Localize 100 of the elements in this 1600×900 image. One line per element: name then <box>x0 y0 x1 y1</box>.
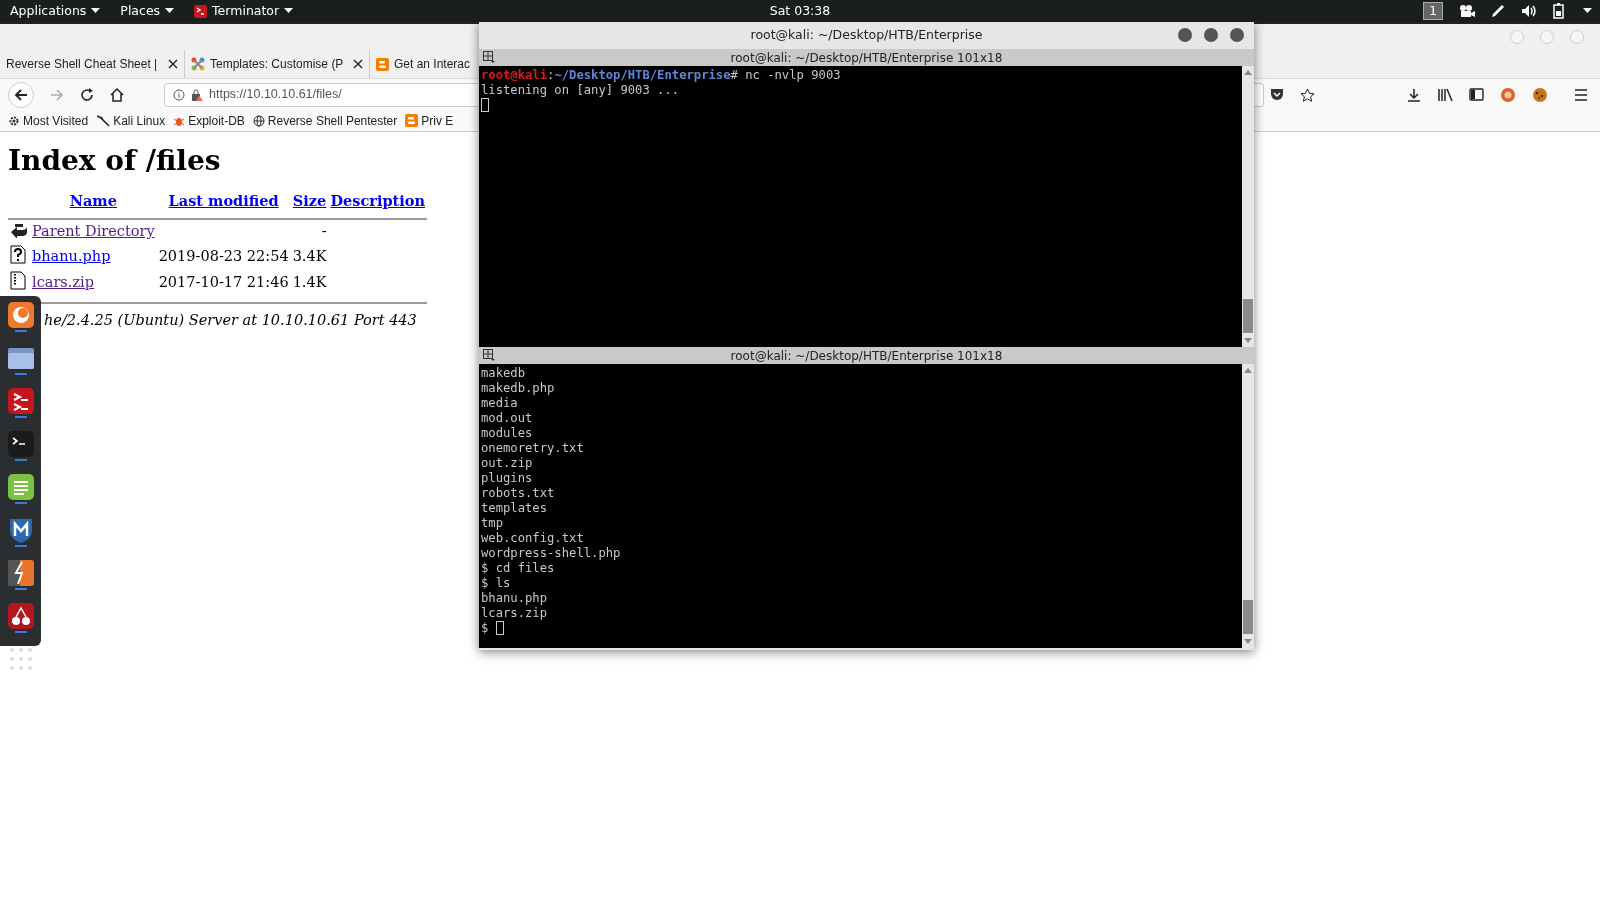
bookmark[interactable]: Kali Linux <box>92 111 170 130</box>
terminal-icon[interactable] <box>7 388 34 414</box>
server-signature: he/2.4.25 (Ubuntu) Server at 10.10.10.61 Port 443 <box>44 310 417 330</box>
grid-icon[interactable] <box>483 349 495 361</box>
workspace-indicator[interactable]: 1 <box>1423 2 1443 20</box>
file-size: 3.4K <box>292 248 327 265</box>
terminal-line: root@kali:~/Desktop/HTB/Enterprise# nc -nvlp 9003 <box>481 68 841 82</box>
column-header-link[interactable]: Size <box>292 192 327 209</box>
scrollbar[interactable] <box>1242 66 1254 347</box>
bookmark[interactable]: Most Visited <box>4 111 93 130</box>
blog-icon <box>376 57 389 71</box>
terminal-line: out.zip <box>481 456 533 470</box>
file-link[interactable]: bhanu.php <box>32 248 111 265</box>
download-icon[interactable] <box>1407 87 1421 102</box>
modified-date: 2017-10-17 21:46 <box>158 274 289 291</box>
caret-icon[interactable] <box>1583 8 1592 14</box>
scrollbar[interactable] <box>1242 364 1254 648</box>
pen-icon[interactable] <box>1491 4 1505 18</box>
terminal-line: templates <box>481 501 548 515</box>
file-size: - <box>321 223 327 240</box>
page-heading: Index of /files <box>8 144 222 178</box>
scroll-thumb[interactable] <box>1243 600 1253 634</box>
bookmark[interactable]: Priv E <box>401 111 458 130</box>
folder-icon[interactable] <box>7 345 34 371</box>
close-icon[interactable] <box>168 59 178 69</box>
extension-icon[interactable] <box>1500 86 1516 103</box>
scroll-down-icon[interactable] <box>1244 338 1252 344</box>
shield-icon[interactable] <box>7 517 34 543</box>
sidebar-icon[interactable] <box>1469 88 1484 101</box>
terminal-line: plugins <box>481 471 533 485</box>
reload-icon[interactable] <box>80 87 94 102</box>
caret-icon <box>284 8 294 14</box>
window-title: root@kali: ~/Desktop/HTB/Enterprise <box>750 26 983 45</box>
close-icon[interactable] <box>353 59 363 69</box>
column-header-link[interactable]: Name <box>69 192 117 209</box>
running-indicator <box>14 416 27 418</box>
scroll-thumb[interactable] <box>1243 299 1253 333</box>
scroll-up-icon[interactable] <box>1244 367 1252 373</box>
terminal-line: tmp <box>481 516 503 530</box>
terminal-line: wordpress-shell.php <box>481 546 621 560</box>
lightning-icon[interactable] <box>7 560 34 586</box>
camera-icon[interactable] <box>1459 5 1475 17</box>
info-icon[interactable] <box>173 88 185 101</box>
library-icon[interactable] <box>1437 87 1453 102</box>
terminal-line: robots.txt <box>481 486 555 500</box>
globe-icon <box>252 114 265 127</box>
grid-icon[interactable] <box>483 51 495 63</box>
running-indicator <box>14 631 27 633</box>
notes-icon[interactable] <box>7 474 34 500</box>
gear-icon <box>8 114 20 127</box>
running-indicator <box>14 545 27 547</box>
maximize-button[interactable] <box>1204 28 1218 42</box>
file-link[interactable]: lcars.zip <box>32 274 94 291</box>
pocket-icon[interactable] <box>1270 88 1284 101</box>
modified-date: 2019-08-23 22:54 <box>158 248 289 265</box>
pane-title: root@kali: ~/Desktop/HTB/Enterprise 101x18 <box>730 347 1003 365</box>
back-button[interactable] <box>8 81 34 108</box>
bookmark[interactable]: Exploit-DB <box>169 111 249 130</box>
menu-button[interactable]: Applications <box>0 0 111 22</box>
file-link[interactable]: Parent Directory <box>32 223 155 240</box>
battery-icon[interactable] <box>1553 3 1567 19</box>
clock[interactable]: Sat 03:38 <box>769 3 831 18</box>
fox-icon[interactable] <box>7 302 34 328</box>
speaker-icon[interactable] <box>1521 4 1537 18</box>
home-icon[interactable] <box>110 87 124 102</box>
running-indicator <box>14 502 27 504</box>
bookmark[interactable]: Reverse Shell Pentester <box>248 111 402 130</box>
pane-title: root@kali: ~/Desktop/HTB/Enterprise 101x18 <box>730 49 1003 67</box>
blog-icon <box>405 114 419 127</box>
terminal-line: $ <box>481 621 489 635</box>
back-icon <box>14 87 28 102</box>
file-size: 1.4K <box>292 274 327 291</box>
scroll-up-icon[interactable] <box>1244 69 1252 75</box>
terminal-line: web.config.txt <box>481 531 584 545</box>
joomla-icon <box>191 57 205 71</box>
menu-button[interactable]: Terminator <box>184 0 304 22</box>
terminal-line: bhanu.php <box>481 591 548 605</box>
browser-tab[interactable]: Get an Interac <box>370 50 471 78</box>
cursor <box>495 621 504 635</box>
terminal-line: $ cd files <box>481 561 555 575</box>
cursor <box>481 98 489 112</box>
menu-icon[interactable] <box>1574 88 1588 101</box>
lock-icon[interactable] <box>191 88 203 101</box>
column-header-link[interactable]: Last modified <box>168 192 279 209</box>
file-icon <box>10 270 26 290</box>
cherry-icon[interactable] <box>7 603 34 629</box>
cookie-icon[interactable] <box>1532 86 1548 103</box>
running-indicator <box>14 588 27 590</box>
terminal-line: mod.out <box>481 411 533 425</box>
unknown-file-icon <box>10 244 26 264</box>
scroll-down-icon[interactable] <box>1244 639 1252 645</box>
terminal-line: onemoretry.txt <box>481 441 584 455</box>
star-icon[interactable] <box>1300 87 1315 102</box>
terminal-icon[interactable] <box>7 431 34 457</box>
running-indicator <box>14 459 27 461</box>
close-button[interactable] <box>1230 28 1244 42</box>
terminator-icon <box>194 4 208 18</box>
minimize-button[interactable] <box>1178 28 1192 42</box>
column-header-link[interactable]: Description <box>330 192 426 209</box>
menu-button[interactable]: Places <box>110 0 185 22</box>
